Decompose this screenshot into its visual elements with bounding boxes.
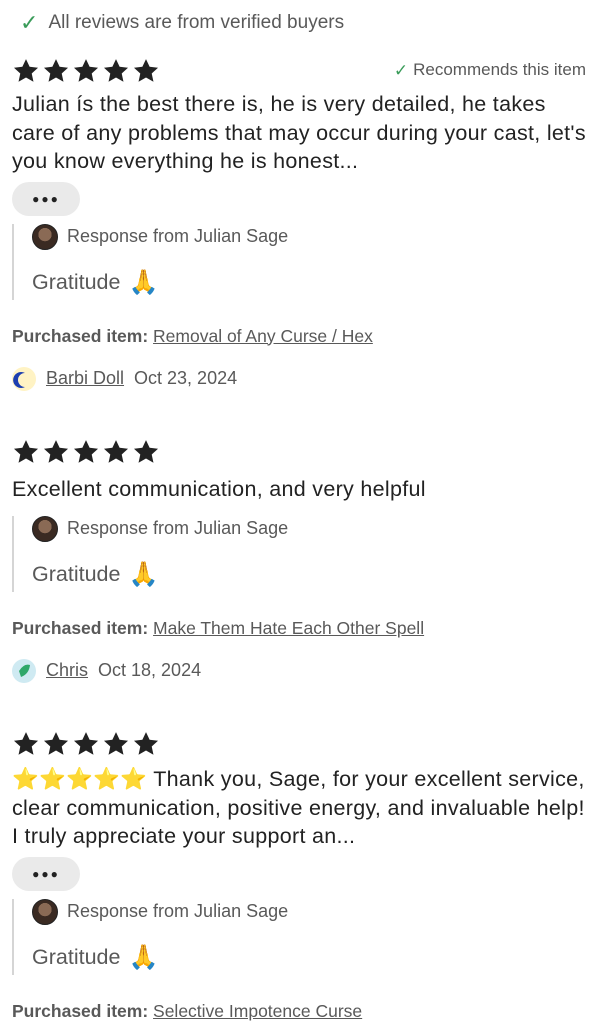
star-icon (73, 59, 99, 82)
review-card: Excellent communication, and very helpfu… (12, 437, 590, 683)
reviewer-avatar[interactable] (12, 658, 36, 683)
purchased-item-link[interactable]: Removal of Any Curse / Hex (153, 326, 373, 346)
response-header: Response from Julian Sage (32, 515, 590, 542)
expand-review-button[interactable]: ●●● (12, 856, 80, 891)
response-text-label: Gratitude (32, 270, 121, 294)
purchased-item: Purchased item: Selective Impotence Curs… (12, 1001, 590, 1022)
response-header: Response from Julian Sage (32, 898, 590, 925)
purchased-item-link[interactable]: Make Them Hate Each Other Spell (153, 618, 424, 638)
pray-icon: 🙏 (128, 561, 159, 588)
seller-response: Response from Julian Sage Gratitude 🙏 (12, 223, 590, 300)
purchased-item: Purchased item: Make Them Hate Each Othe… (12, 618, 590, 639)
reviewer-info: Chris Oct 18, 2024 (12, 658, 590, 683)
reviewer-avatar[interactable] (12, 366, 36, 391)
check-icon: ✓ (393, 60, 409, 80)
review-date: Oct 18, 2024 (98, 660, 202, 680)
review-text: Excellent communication, and very helpfu… (12, 477, 426, 501)
response-text: Gratitude 🙏 (32, 941, 590, 975)
recommends-text: Recommends this item (413, 60, 586, 79)
star-icon (73, 732, 99, 755)
star-rating (12, 437, 590, 467)
purchased-label: Purchased item: (12, 617, 149, 638)
seller-avatar (32, 223, 58, 250)
star-icon (43, 59, 69, 82)
review-card: ✓ Recommends this item Julian ís the bes… (12, 56, 590, 391)
more-dots-icon: ●●● (32, 191, 60, 206)
seller-response: Response from Julian Sage Gratitude 🙏 (12, 898, 590, 975)
review-text: Julian ís the best there is, he is very … (12, 92, 586, 173)
star-icon (13, 732, 39, 755)
purchased-item-link[interactable]: Selective Impotence Curse (153, 1001, 362, 1021)
star-icon (103, 59, 129, 82)
star-icon (43, 732, 69, 755)
response-text-label: Gratitude (32, 562, 121, 586)
response-header-text: Response from Julian Sage (67, 901, 289, 921)
pray-icon: 🙏 (128, 269, 159, 296)
review-date: Oct 23, 2024 (134, 368, 238, 388)
leaf-icon (19, 664, 30, 677)
reviewer-info: Barbi Doll Oct 23, 2024 (12, 366, 590, 391)
crescent-icon (13, 371, 25, 388)
recommends-badge: ✓ Recommends this item (394, 60, 586, 80)
verified-buyers-banner: ✓ All reviews are from verified buyers (20, 10, 344, 36)
seller-avatar (32, 515, 58, 542)
star-icon (73, 440, 99, 463)
seller-avatar (32, 898, 58, 925)
purchased-label: Purchased item: (12, 325, 149, 346)
star-rating (12, 729, 590, 759)
purchased-label: Purchased item: (12, 1000, 149, 1021)
response-text: Gratitude 🙏 (32, 266, 590, 300)
seller-response: Response from Julian Sage Gratitude 🙏 (12, 515, 590, 592)
review-card: ⭐⭐⭐⭐⭐ Thank you, Sage, for your excellen… (12, 729, 590, 1022)
reviewer-name-link[interactable]: Barbi Doll (46, 368, 124, 389)
star-icon (133, 732, 159, 755)
purchased-item: Purchased item: Removal of Any Curse / H… (12, 326, 590, 347)
verified-buyers-text: All reviews are from verified buyers (48, 12, 345, 33)
review-text: ⭐⭐⭐⭐⭐ Thank you, Sage, for your excellen… (12, 767, 585, 848)
star-icon (133, 59, 159, 82)
star-icon (43, 440, 69, 463)
response-header: Response from Julian Sage (32, 223, 590, 250)
response-header-text: Response from Julian Sage (67, 518, 289, 538)
response-text: Gratitude 🙏 (32, 558, 590, 592)
response-header-text: Response from Julian Sage (67, 226, 289, 246)
star-icon (103, 732, 129, 755)
star-icon (13, 440, 39, 463)
expand-review-button[interactable]: ●●● (12, 181, 80, 216)
pray-icon: 🙏 (128, 944, 159, 971)
star-icon (103, 440, 129, 463)
reviewer-name-link[interactable]: Chris (46, 660, 88, 681)
star-icon (13, 59, 39, 82)
more-dots-icon: ●●● (32, 866, 60, 881)
check-icon: ✓ (20, 10, 39, 35)
star-icon (133, 440, 159, 463)
response-text-label: Gratitude (32, 945, 121, 969)
